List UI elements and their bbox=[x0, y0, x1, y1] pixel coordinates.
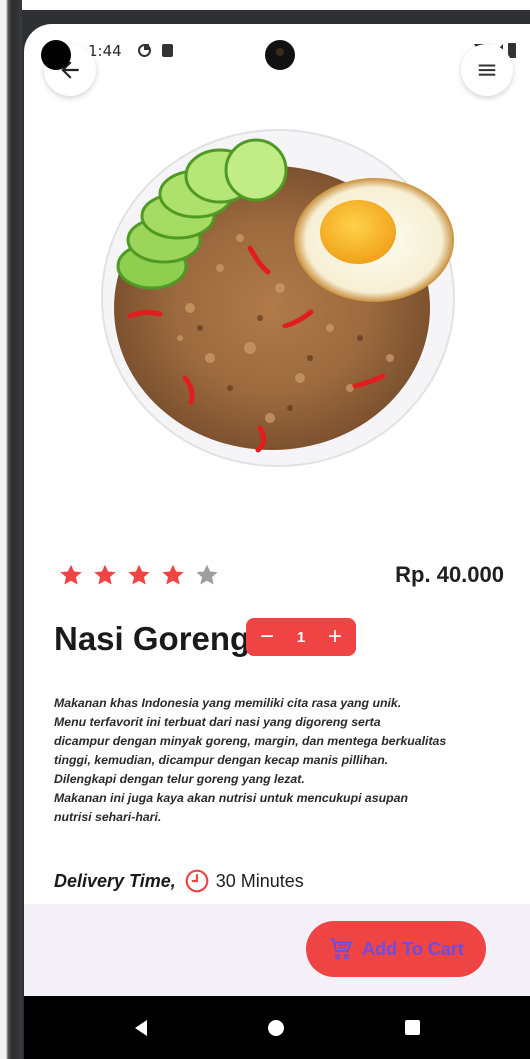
status-bar: 1:44 bbox=[24, 24, 530, 74]
description-line: tinggi, kemudian, dicampur dengan kecap … bbox=[54, 753, 389, 767]
description-line: Dilengkapi dengan telur goreng yang leza… bbox=[54, 772, 305, 786]
media-icon bbox=[138, 44, 151, 57]
nasi-goreng-plate-image bbox=[101, 129, 455, 467]
quantity-stepper: − 1 + bbox=[246, 618, 356, 656]
clock-icon bbox=[185, 869, 209, 893]
description-line: Menu terfavorit ini terbuat dari nasi ya… bbox=[54, 715, 381, 729]
add-to-cart-button[interactable]: Add To Cart bbox=[306, 921, 486, 977]
phone-frame: 1:44 Rp. 40.000 Nasi Goreng − 1 + Makana… bbox=[0, 0, 530, 1059]
menu-button[interactable] bbox=[461, 44, 513, 96]
nav-recents-icon[interactable] bbox=[404, 1020, 420, 1035]
frame-top-edge bbox=[0, 0, 530, 10]
star-empty-icon bbox=[196, 564, 218, 585]
system-nav-bar bbox=[24, 996, 530, 1059]
bottom-action-bar: Add To Cart bbox=[24, 904, 530, 996]
quantity-value: 1 bbox=[296, 628, 306, 646]
product-title: Nasi Goreng bbox=[54, 620, 251, 657]
cart-icon bbox=[330, 938, 352, 960]
add-to-cart-label: Add To Cart bbox=[362, 938, 464, 959]
nav-back-icon[interactable] bbox=[134, 1019, 147, 1036]
increment-button[interactable]: + bbox=[324, 625, 346, 649]
hamburger-menu-icon bbox=[478, 64, 496, 76]
star-icon bbox=[94, 564, 116, 585]
delivery-label: Delivery Time, bbox=[54, 870, 176, 891]
description-line: Makanan ini juga kaya akan nutrisi untuk… bbox=[54, 791, 408, 805]
decrement-button[interactable]: − bbox=[256, 625, 278, 649]
star-icon bbox=[162, 564, 184, 585]
delivery-value: 30 Minutes bbox=[215, 870, 304, 891]
product-price: Rp. 40.000 bbox=[395, 562, 504, 587]
sd-card-icon bbox=[162, 44, 173, 57]
frame-left-edge bbox=[0, 0, 22, 1059]
description-line: Makanan khas Indonesia yang memiliki cit… bbox=[54, 696, 402, 710]
front-camera bbox=[265, 40, 295, 70]
camera-overlay-dot bbox=[41, 40, 71, 70]
description-line: nutrisi sehari-hari. bbox=[54, 810, 162, 824]
star-icon bbox=[60, 564, 82, 585]
star-rating bbox=[58, 562, 220, 588]
product-description: Makanan khas Indonesia yang memiliki cit… bbox=[54, 694, 514, 827]
nav-home-icon[interactable] bbox=[267, 1019, 284, 1036]
description-line: dicampur dengan minyak goreng, margin, d… bbox=[54, 734, 447, 748]
star-icon bbox=[128, 564, 150, 585]
screen: 1:44 Rp. 40.000 Nasi Goreng − 1 + Makana… bbox=[24, 24, 530, 1059]
delivery-time: Delivery Time, 30 Minutes bbox=[54, 868, 304, 894]
